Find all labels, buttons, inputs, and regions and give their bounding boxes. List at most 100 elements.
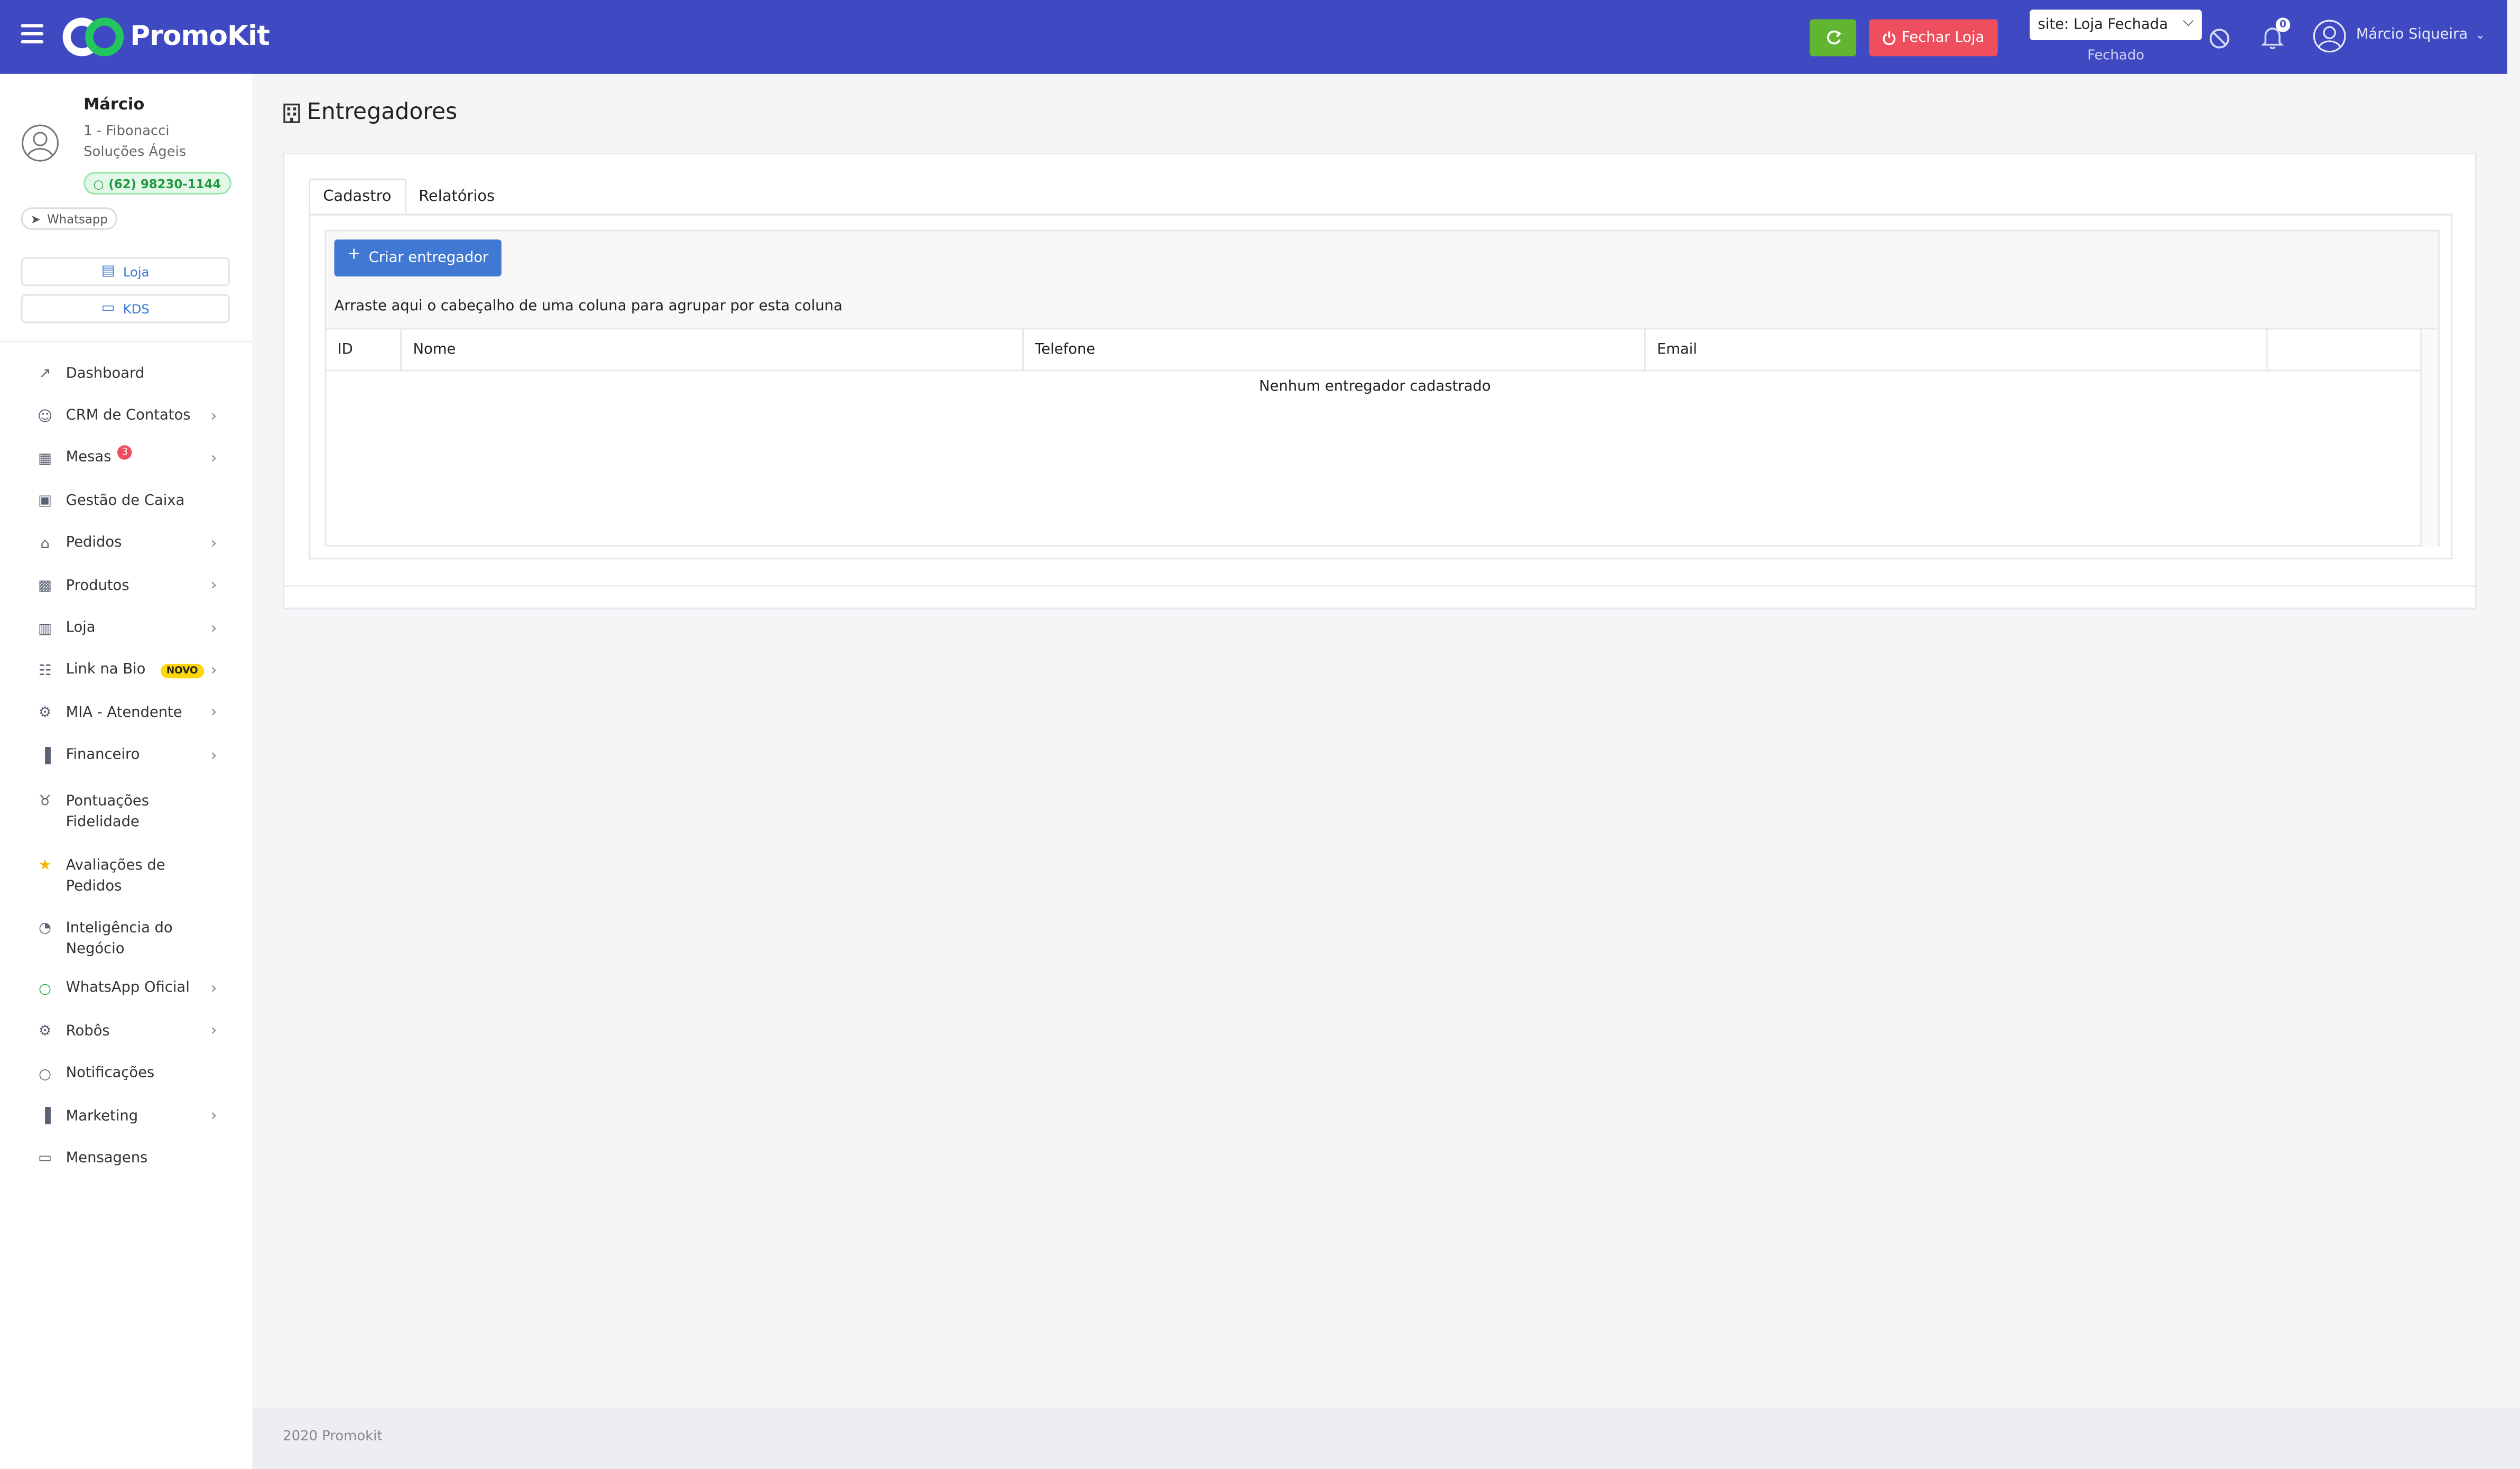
chevron-right-icon: ›: [210, 1107, 217, 1125]
sidebar-item-mensagens[interactable]: ▭ Mensagens: [0, 1139, 252, 1181]
tab-relatorios[interactable]: Relatórios: [406, 179, 508, 216]
sidebar-item-loja[interactable]: ▥ Loja ›: [0, 608, 252, 650]
sidebar-item-marketing[interactable]: ▐ Marketing ›: [0, 1096, 252, 1138]
sidebar-item-link-na-bio[interactable]: ☷ Link na Bio NOVO ›: [0, 651, 252, 693]
block-icon[interactable]: [2208, 27, 2231, 50]
kds-button-label: KDS: [123, 301, 150, 316]
grid-header: ID Nome Telefone Email: [326, 329, 2438, 372]
phone-number: (62) 98230-1144: [108, 175, 221, 191]
profile-name: Márcio: [84, 96, 145, 114]
users-icon: ☺: [37, 409, 53, 426]
sidebar-item-financeiro[interactable]: ▐ Financeiro ›: [0, 735, 252, 778]
close-store-button[interactable]: Fechar Loja: [1869, 19, 1998, 57]
chevron-right-icon: ›: [210, 747, 217, 765]
user-menu[interactable]: Márcio Siqueira ⌄: [2356, 27, 2485, 43]
sidebar-item-mesas[interactable]: ▦ Mesas 3 ›: [0, 438, 252, 481]
chevron-right-icon: ›: [210, 534, 217, 553]
whatsapp-button[interactable]: ➤ Whatsapp: [21, 207, 118, 230]
menu-toggle-icon[interactable]: [21, 24, 44, 44]
site-status-select[interactable]: site: Loja Fechada ⌵: [2030, 10, 2202, 41]
count-badge: 3: [117, 446, 132, 461]
sidebar-item-label: Pontuações Fidelidade: [66, 793, 150, 831]
card-divider: [284, 585, 2475, 587]
sidebar-item-label: WhatsApp Oficial: [66, 981, 190, 997]
sidebar-menu: ↗ Dashboard ☺ CRM de Contatos › ▦ Mesas 3 › ▣ Gest…: [0, 354, 252, 1181]
monitor-icon: ▭: [101, 300, 115, 317]
cart-icon: ⌂: [40, 536, 50, 553]
bar-chart-icon: ▐: [39, 1109, 51, 1125]
store-button[interactable]: ▤ Loja: [21, 257, 230, 287]
chevron-right-icon: ›: [210, 450, 217, 468]
chart-line-icon: ↗: [39, 366, 51, 383]
whatsapp-icon: ○: [39, 982, 52, 998]
column-header-email[interactable]: Email: [1646, 329, 2268, 370]
create-courier-label: Criar entregador: [368, 250, 489, 266]
store-icon: ▤: [101, 263, 115, 280]
data-grid: + Criar entregador Arraste aqui o cabeça…: [325, 229, 2440, 547]
sidebar-divider: [0, 340, 253, 343]
chevron-right-icon: ›: [210, 1022, 217, 1041]
chevron-right-icon: ›: [210, 620, 217, 638]
refresh-button[interactable]: [1809, 19, 1857, 57]
brand-logo[interactable]: PromoKit: [62, 17, 270, 57]
close-store-label: Fechar Loja: [1902, 30, 1985, 46]
tab-cadastro[interactable]: Cadastro: [308, 178, 406, 216]
user-avatar-icon[interactable]: [2313, 19, 2347, 53]
sidebar-item-label: Financeiro: [66, 747, 140, 764]
kds-button[interactable]: ▭ KDS: [21, 294, 230, 324]
whatsapp-label: Whatsapp: [47, 211, 108, 226]
sidebar-item-avaliacoes-de-pedidos[interactable]: ★ Avaliações de Pedidos: [0, 842, 252, 905]
logo-icon: [62, 17, 124, 57]
profile-avatar-icon: [22, 124, 59, 162]
site-status-text: Fechado: [2087, 48, 2145, 64]
grid-scrollbar[interactable]: [2420, 329, 2438, 547]
tab-bar: Cadastro Relatórios: [308, 178, 508, 216]
sidebar-item-label: Dashboard: [66, 366, 145, 382]
brand-name: PromoKit: [130, 21, 270, 53]
chevron-down-icon: ⌄: [2475, 29, 2485, 42]
whatsapp-icon: ○: [93, 175, 104, 191]
refresh-icon: [1826, 30, 1841, 44]
sidebar-item-gestao-de-caixa[interactable]: ▣ Gestão de Caixa: [0, 481, 252, 523]
sidebar-item-robos[interactable]: ⚙ Robôs ›: [0, 1011, 252, 1054]
sidebar-item-label: Avaliações de Pedidos: [66, 857, 165, 895]
sidebar-item-pontuacoes-fidelidade[interactable]: ♉ Pontuações Fidelidade: [0, 778, 252, 841]
create-courier-button[interactable]: + Criar entregador: [334, 239, 502, 277]
sidebar-item-inteligencia-do-negocio[interactable]: ◔ Inteligência do Negócio: [0, 905, 252, 968]
company-line-1: 1 - Fibonacci: [84, 124, 170, 140]
sidebar-item-label: Loja: [66, 620, 96, 637]
column-header-actions: [2268, 329, 2425, 370]
pie-chart-icon: ◔: [39, 921, 52, 938]
site-select-value: site: Loja Fechada: [2037, 16, 2169, 33]
column-header-id[interactable]: ID: [326, 329, 402, 370]
entregadores-card: Cadastro Relatórios + Criar entregador A…: [283, 152, 2477, 609]
column-header-telefone[interactable]: Telefone: [1024, 329, 1646, 370]
profile-company: 1 - Fibonacci Soluções Ágeis: [84, 122, 228, 164]
boxes-icon: ▩: [38, 579, 52, 595]
sidebar-item-mia-atendente[interactable]: ⚙ MIA - Atendente ›: [0, 693, 252, 735]
column-header-nome[interactable]: Nome: [402, 329, 1024, 370]
cash-register-icon: ▣: [38, 494, 52, 511]
chevron-down-icon: ⌵: [2182, 14, 2194, 31]
power-icon: [1883, 31, 1896, 45]
sidebar-item-notificacoes[interactable]: ○ Notificações: [0, 1054, 252, 1096]
whatsapp-icon: ○: [39, 1067, 52, 1083]
sidebar-item-label: Marketing: [66, 1108, 138, 1125]
page-title: Entregadores: [283, 99, 458, 126]
sitemap-icon: ☷: [38, 663, 52, 680]
sidebar-item-dashboard[interactable]: ↗ Dashboard: [0, 354, 252, 396]
group-panel[interactable]: Arraste aqui o cabeçalho de uma coluna p…: [326, 286, 2438, 330]
sidebar-item-label: CRM de Contatos: [66, 408, 191, 425]
chevron-right-icon: ›: [210, 704, 217, 723]
sidebar-item-crm-de-contatos[interactable]: ☺ CRM de Contatos ›: [0, 396, 252, 438]
company-line-2: Soluções Ágeis: [84, 144, 187, 161]
building-icon: [283, 103, 300, 123]
sidebar-item-label: Mensagens: [66, 1151, 148, 1167]
chevron-right-icon: ›: [210, 662, 217, 680]
phone-badge[interactable]: ○ (62) 98230-1144: [84, 172, 231, 195]
sidebar-item-whatsapp-oficial[interactable]: ○ WhatsApp Oficial ›: [0, 969, 252, 1011]
robot-icon: ⚙: [38, 706, 52, 723]
sidebar-item-produtos[interactable]: ▩ Produtos ›: [0, 566, 252, 608]
sidebar-item-pedidos[interactable]: ⌂ Pedidos ›: [0, 523, 252, 566]
page-title-text: Entregadores: [307, 99, 458, 126]
